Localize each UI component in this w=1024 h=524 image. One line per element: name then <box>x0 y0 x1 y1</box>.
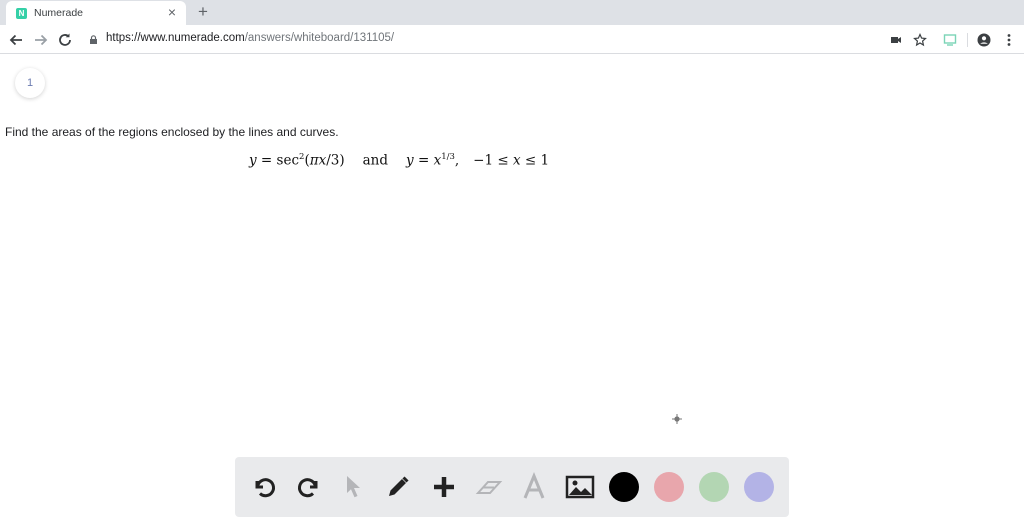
add-shape-button[interactable] <box>429 472 459 502</box>
undo-button[interactable] <box>249 472 279 502</box>
arrow-right-icon <box>35 34 48 46</box>
star-icon <box>913 33 927 47</box>
lock-icon[interactable] <box>89 35 98 44</box>
arrow-left-icon <box>9 34 22 46</box>
url-host: https://www.numerade.com <box>106 32 245 44</box>
close-tab-icon[interactable]: × <box>164 5 180 21</box>
numerade-favicon-icon: N <box>16 7 27 19</box>
crosshair-cursor-icon <box>672 414 682 424</box>
pen-icon <box>389 476 409 496</box>
extension-button[interactable] <box>940 30 960 50</box>
reload-button[interactable] <box>55 30 75 50</box>
tab-strip: N Numerade × + <box>0 0 1024 25</box>
browser-tab[interactable]: N Numerade × <box>6 1 186 25</box>
math-equation: y = sec2(πx/3) and y = x1/3, −1 ≤ x ≤ 1 <box>249 152 549 169</box>
undo-icon <box>255 478 275 498</box>
eq-and: and <box>362 152 389 169</box>
color-swatch-green[interactable] <box>699 472 729 502</box>
extension-icon <box>943 34 957 46</box>
eq-bound-left: −1 ≤ <box>473 152 513 169</box>
eq-pi-x: πx <box>309 152 327 169</box>
insert-image-button[interactable] <box>565 472 595 502</box>
account-circle-icon <box>977 33 991 47</box>
color-swatch-pink[interactable] <box>654 472 684 502</box>
pointer-icon <box>347 476 360 498</box>
eq-bound-right: ≤ 1 <box>520 152 550 169</box>
video-camera-icon <box>891 37 901 43</box>
eq-bound-x: x <box>512 152 521 169</box>
toolbar-divider <box>967 33 968 47</box>
pen-tool-button[interactable] <box>383 472 413 502</box>
profile-button[interactable] <box>974 30 994 50</box>
redo-button[interactable] <box>294 472 324 502</box>
text-tool-button[interactable] <box>519 472 549 502</box>
color-swatch-black[interactable] <box>609 472 639 502</box>
more-vert-icon <box>1007 34 1011 46</box>
color-swatch-purple[interactable] <box>744 472 774 502</box>
browser-toolbar: https://www.numerade.com/answers/whitebo… <box>0 25 1024 54</box>
reload-icon <box>59 33 71 46</box>
new-tab-button[interactable]: + <box>193 2 213 22</box>
select-tool-button[interactable] <box>338 472 368 502</box>
page-number-badge[interactable]: 1 <box>15 68 45 98</box>
menu-button[interactable] <box>999 30 1019 50</box>
eq-x-exponent: 1/3 <box>441 152 455 162</box>
tab-title: Numerade <box>34 7 84 19</box>
eq-y2: y <box>406 152 414 169</box>
camera-button[interactable] <box>886 30 906 50</box>
text-icon <box>523 472 545 499</box>
question-text: Find the areas of the regions enclosed b… <box>5 125 339 139</box>
eq-comma: , <box>454 152 460 169</box>
image-icon <box>565 475 595 499</box>
forward-button[interactable] <box>31 30 51 50</box>
url-path: /answers/whiteboard/131105/ <box>244 32 395 44</box>
eraser-tool-button[interactable] <box>474 472 504 502</box>
eraser-icon <box>475 481 503 494</box>
redo-icon <box>298 478 318 498</box>
eq-sec: = sec <box>256 152 300 169</box>
eq-equals: = <box>413 152 434 169</box>
whiteboard-toolbar <box>235 457 789 517</box>
bookmark-button[interactable] <box>910 30 930 50</box>
plus-icon <box>434 477 454 497</box>
eq-y1: y <box>249 152 257 169</box>
eq-div3: /3) <box>326 152 345 169</box>
back-button[interactable] <box>6 30 26 50</box>
address-bar[interactable]: https://www.numerade.com/answers/whitebo… <box>106 32 394 44</box>
